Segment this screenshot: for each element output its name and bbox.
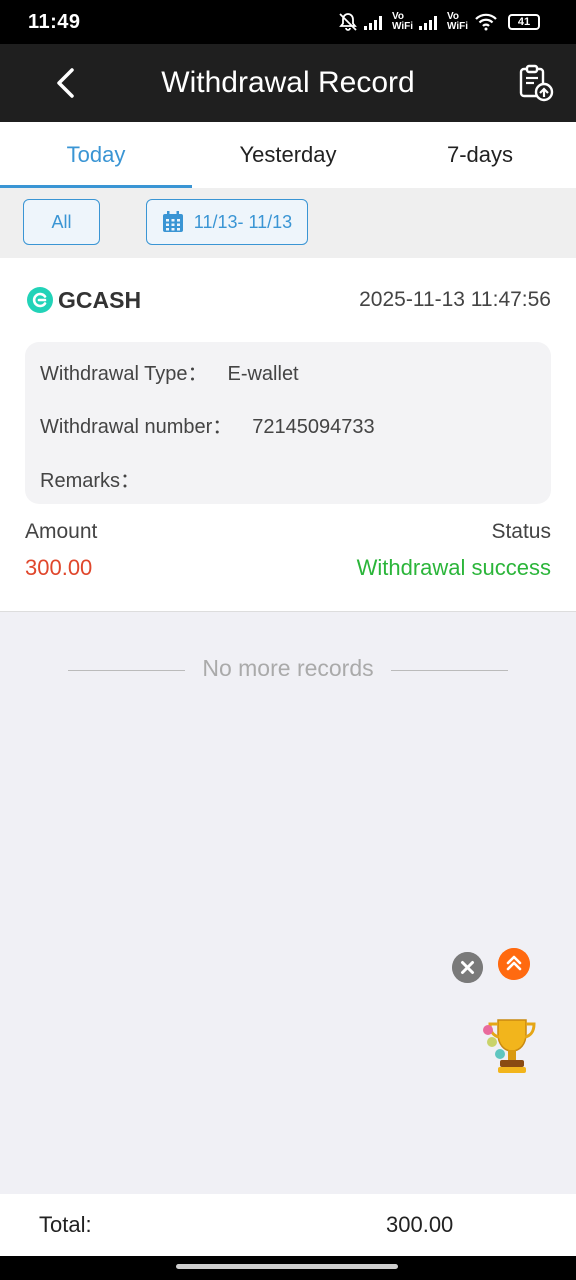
tab-today[interactable]: Today — [0, 122, 192, 188]
close-icon[interactable] — [452, 952, 483, 983]
date-range-button[interactable]: 11/13- 11/13 — [146, 199, 308, 245]
calendar-icon — [162, 211, 183, 232]
total-label: Total: — [39, 1212, 92, 1237]
back-arrow-icon[interactable] — [50, 66, 84, 100]
vowifi-indicator: Vo WiFi — [391, 11, 413, 32]
withdrawal-number-row: Withdrawal number： 72145094733 — [40, 410, 375, 439]
status-icons: Vo WiFi Vo WiFi 41 — [338, 12, 540, 32]
total-footer: Total: 300.00 — [0, 1194, 576, 1256]
status-time: 11:49 — [28, 10, 81, 33]
remarks-row: Remarks： — [40, 464, 160, 493]
trophy-icon[interactable] — [478, 1012, 546, 1078]
withdrawal-type-row: Withdrawal Type： E-wallet — [40, 357, 299, 386]
wifi-icon — [475, 13, 497, 31]
remarks-label: Remarks： — [40, 470, 141, 492]
withdrawal-record-card[interactable]: GCASH 2025-11-13 11:47:56 Withdrawal Typ… — [0, 258, 576, 612]
signal-icon — [418, 16, 437, 30]
tab-7-days[interactable]: 7-days — [384, 122, 576, 188]
battery-icon: 41 — [508, 14, 540, 30]
list-end-indicator: No more records — [0, 655, 576, 685]
date-tabs: Today Yesterday 7-days — [0, 122, 576, 188]
signal-icon — [363, 16, 382, 30]
record-datetime: 2025-11-13 11:47:56 — [359, 288, 551, 311]
payment-method-name: GCASH — [58, 286, 142, 313]
all-filter-button[interactable]: All — [23, 199, 100, 245]
payment-method: GCASH — [26, 286, 141, 314]
gcash-logo-icon — [27, 287, 53, 313]
no-more-records-text: No more records — [202, 655, 374, 681]
page-title: Withdrawal Record — [161, 66, 415, 99]
tab-yesterday[interactable]: Yesterday — [192, 122, 384, 188]
status-label: Status — [491, 520, 551, 543]
system-nav-bar — [0, 1256, 576, 1280]
record-details: Withdrawal Type： E-wallet Withdrawal numb… — [25, 342, 551, 504]
withdrawal-number-value: 72145094733 — [252, 416, 375, 438]
status-value: Withdrawal success — [356, 555, 551, 580]
clipboard-upload-icon[interactable] — [518, 64, 554, 102]
filter-bar: All 11/13- 11/13 — [0, 188, 576, 258]
scroll-top-icon[interactable] — [498, 948, 530, 980]
withdrawal-number-label: Withdrawal number： — [40, 416, 233, 438]
total-value: 300.00 — [386, 1212, 454, 1237]
date-range-label: 11/13- 11/13 — [193, 211, 293, 232]
home-indicator[interactable] — [176, 1264, 398, 1269]
app-header: Withdrawal Record — [0, 44, 576, 122]
withdrawal-type-label: Withdrawal Type： — [40, 363, 208, 385]
bell-muted-icon — [339, 13, 357, 31]
amount-label: Amount — [25, 520, 98, 543]
status-bar: 11:49 Vo WiFi Vo WiFi 41 — [0, 0, 576, 44]
withdrawal-type-value: E-wallet — [227, 363, 299, 385]
vowifi-indicator: Vo WiFi — [446, 11, 468, 32]
amount-value: 300.00 — [25, 555, 93, 580]
